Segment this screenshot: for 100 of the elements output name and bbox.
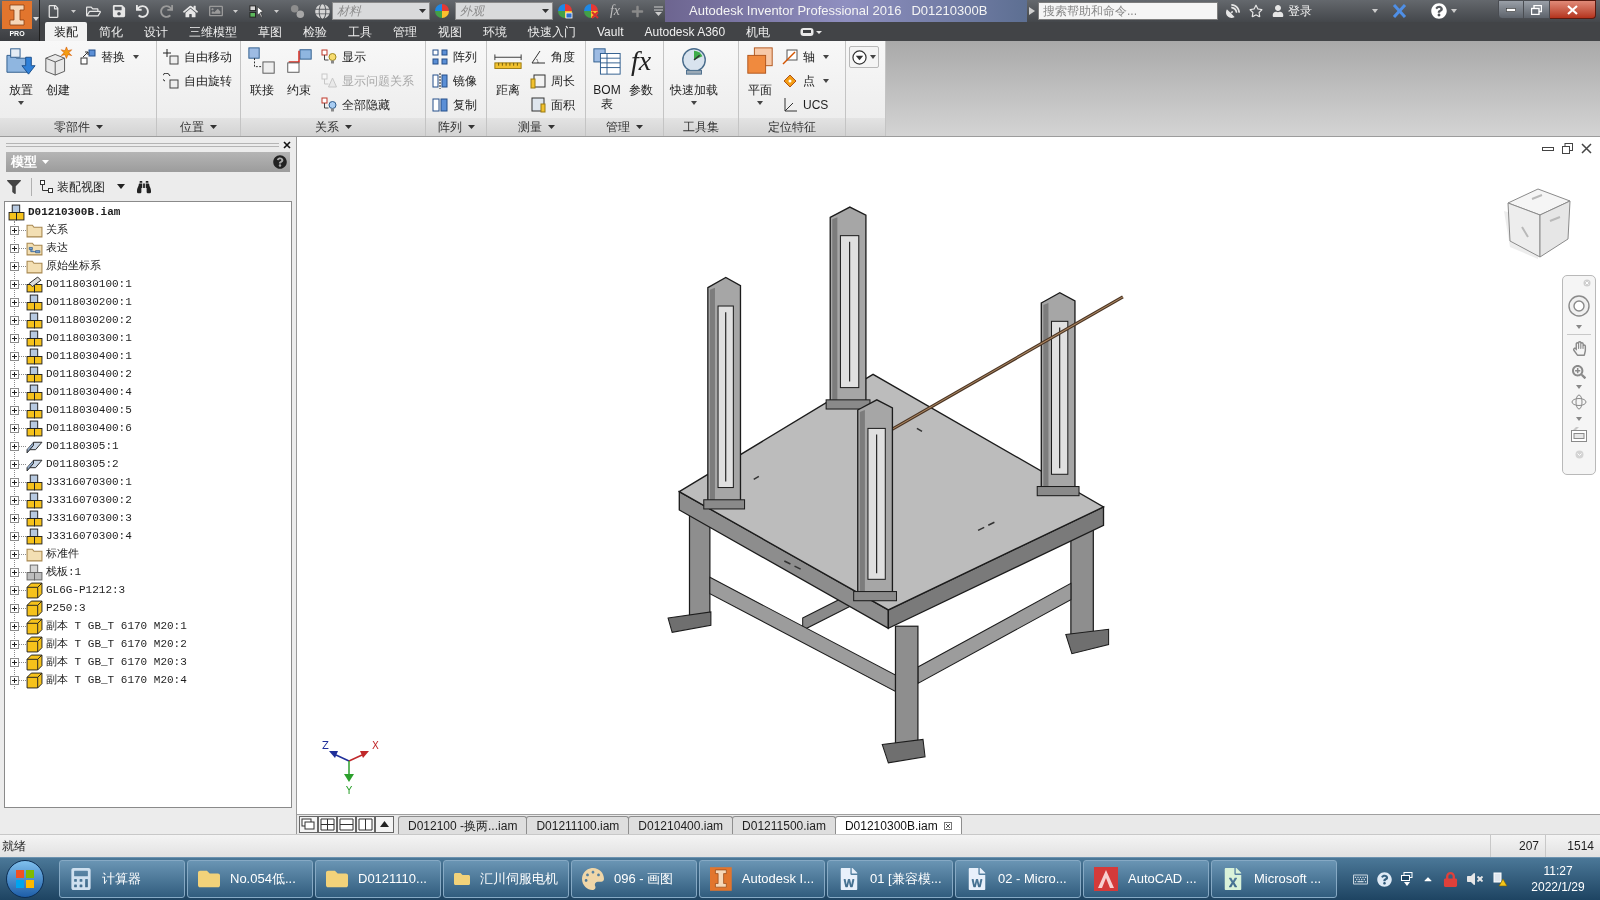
expand-arrow-icon[interactable] [1029, 7, 1035, 15]
taskbar-button[interactable]: 计算器 [59, 860, 185, 898]
ribbon-button[interactable]: 面积 [527, 93, 578, 117]
color-wheel-cross-icon[interactable] [583, 3, 600, 19]
menu-tab[interactable]: 视图 [429, 22, 471, 41]
tree-expander[interactable] [10, 513, 19, 523]
document-tab[interactable]: D01210300B.iam [834, 816, 962, 834]
caret-icon[interactable] [117, 184, 125, 189]
taskbar-button[interactable]: No.054低... [187, 860, 313, 898]
select-blocks-icon[interactable] [248, 3, 264, 19]
menu-tab[interactable]: 快速入门 [519, 22, 585, 41]
help-icon[interactable] [273, 155, 287, 169]
restore-icon[interactable] [1562, 143, 1573, 154]
close-button[interactable] [1550, 0, 1596, 19]
ribbon-button[interactable]: 快速加载 [667, 44, 721, 116]
cross-logo-icon[interactable] [1392, 4, 1407, 18]
binoculars-icon[interactable] [137, 179, 151, 194]
vertical-split-icon[interactable] [356, 816, 375, 833]
view-mode-button[interactable]: 装配视图 [40, 177, 105, 196]
panel-title-button[interactable]: 位置 [157, 118, 240, 136]
tree-expander[interactable] [10, 369, 19, 379]
page-warning-icon[interactable] [1492, 871, 1508, 887]
ribbon-button[interactable]: 轴 [779, 45, 832, 69]
globe-icon[interactable] [315, 3, 330, 19]
taskbar-clock[interactable]: 11:27 2022/1/29 [1522, 863, 1594, 895]
ribbon-button[interactable]: 周长 [527, 69, 578, 93]
tree-item[interactable]: D0118030400:2 [46, 365, 132, 383]
ribbon-button[interactable]: 创建 [40, 44, 76, 116]
caret-up-icon[interactable] [375, 816, 394, 833]
tree-expander[interactable] [10, 315, 19, 325]
tree-expander[interactable] [10, 459, 19, 469]
undo-icon[interactable] [136, 4, 149, 18]
tree-expander[interactable] [10, 531, 19, 541]
dropdown-button[interactable] [849, 46, 879, 68]
ribbon-button[interactable]: 镜像 [429, 69, 480, 93]
minimize-icon[interactable] [1542, 146, 1554, 151]
ribbon-button[interactable]: 复制 [429, 93, 480, 117]
tree-expander[interactable] [10, 567, 19, 577]
tree-expander[interactable] [10, 351, 19, 361]
taskbar-button[interactable]: 096 - 画图 [571, 860, 697, 898]
close-box-icon[interactable] [943, 821, 952, 830]
home-icon[interactable] [183, 3, 198, 19]
stacked-windows-icon[interactable] [1401, 872, 1413, 886]
tree-item[interactable]: 副本 T GB_T 6170 M20:1 [46, 617, 187, 635]
tree-expander[interactable] [10, 297, 19, 307]
tree-item[interactable]: D01210300B.iam [28, 203, 121, 221]
taskbar-button[interactable]: D0121110... [315, 860, 441, 898]
tree-item[interactable]: J3316070300:3 [46, 509, 132, 527]
taskbar-button[interactable]: 02 - Micro... [955, 860, 1081, 898]
tree-item[interactable]: 副本 T GB_T 6170 M20:4 [46, 671, 187, 689]
tree-item[interactable]: D0118030100:1 [46, 275, 132, 293]
document-tab[interactable]: D01210400.iam [628, 816, 734, 834]
tree-item[interactable]: D0118030200:1 [46, 293, 132, 311]
tree-item[interactable]: 标准件 [46, 545, 79, 563]
star-icon[interactable] [1249, 4, 1263, 18]
color-wheel-icon[interactable] [434, 3, 450, 19]
tree-expander[interactable] [10, 585, 19, 595]
help-icon[interactable] [1377, 871, 1392, 887]
taskbar-button[interactable]: 汇川伺服电机 [443, 860, 569, 898]
ribbon-button[interactable]: fx 参数 [626, 44, 656, 116]
start-button[interactable] [6, 860, 44, 898]
panel-title-button[interactable]: 测量 [487, 118, 585, 136]
tree-expander[interactable] [10, 405, 19, 415]
tree-item[interactable]: D01180305:1 [46, 437, 119, 455]
tree-expander[interactable] [10, 621, 19, 631]
tree-item[interactable]: GL6G-P1212:3 [46, 581, 126, 599]
taskbar-button[interactable]: Autodesk I... [699, 860, 825, 898]
tree-expander[interactable] [10, 657, 19, 667]
tree-expander[interactable] [10, 423, 19, 433]
menu-tab[interactable]: 检验 [294, 22, 336, 41]
menu-tab[interactable]: 简化 [90, 22, 132, 41]
tree-expander[interactable] [10, 333, 19, 343]
spheres-icon[interactable] [289, 3, 305, 19]
new-file-icon[interactable] [47, 4, 60, 18]
tree-item[interactable]: J3316070300:1 [46, 473, 132, 491]
picture-icon[interactable] [208, 4, 223, 18]
tree-item[interactable]: J3316070300:2 [46, 491, 132, 509]
ribbon-button[interactable]: 阵列 [429, 45, 480, 69]
document-tab[interactable]: D01211100.iam [526, 816, 630, 834]
filter-icon[interactable] [7, 179, 21, 194]
tree-expander[interactable] [10, 675, 19, 685]
tree-item[interactable]: J3316070300:4 [46, 527, 132, 545]
ribbon-button[interactable]: 自由移动 [160, 45, 235, 69]
tree-expander[interactable] [10, 261, 19, 271]
ribbon-button[interactable]: 联接 [244, 44, 280, 116]
panel-toggle-icon[interactable] [800, 27, 823, 37]
menu-tab[interactable]: 环境 [474, 22, 516, 41]
tree-expander[interactable] [10, 495, 19, 505]
tree-expander[interactable] [10, 477, 19, 487]
close-icon[interactable] [1581, 143, 1592, 154]
orbit-icon[interactable] [1571, 394, 1587, 410]
muted-speaker-icon[interactable] [1467, 871, 1483, 887]
save-icon[interactable] [111, 4, 126, 18]
menu-tab[interactable]: 管理 [384, 22, 426, 41]
tree-item[interactable]: D0118030300:1 [46, 329, 132, 347]
panel-title-button[interactable]: 工具集 [664, 118, 738, 136]
horizontal-split-icon[interactable] [337, 816, 356, 833]
search-field[interactable]: 搜索帮助和命令... [1038, 2, 1218, 20]
close-icon[interactable] [283, 140, 291, 149]
document-tab[interactable]: D01211500.iam [732, 816, 836, 834]
